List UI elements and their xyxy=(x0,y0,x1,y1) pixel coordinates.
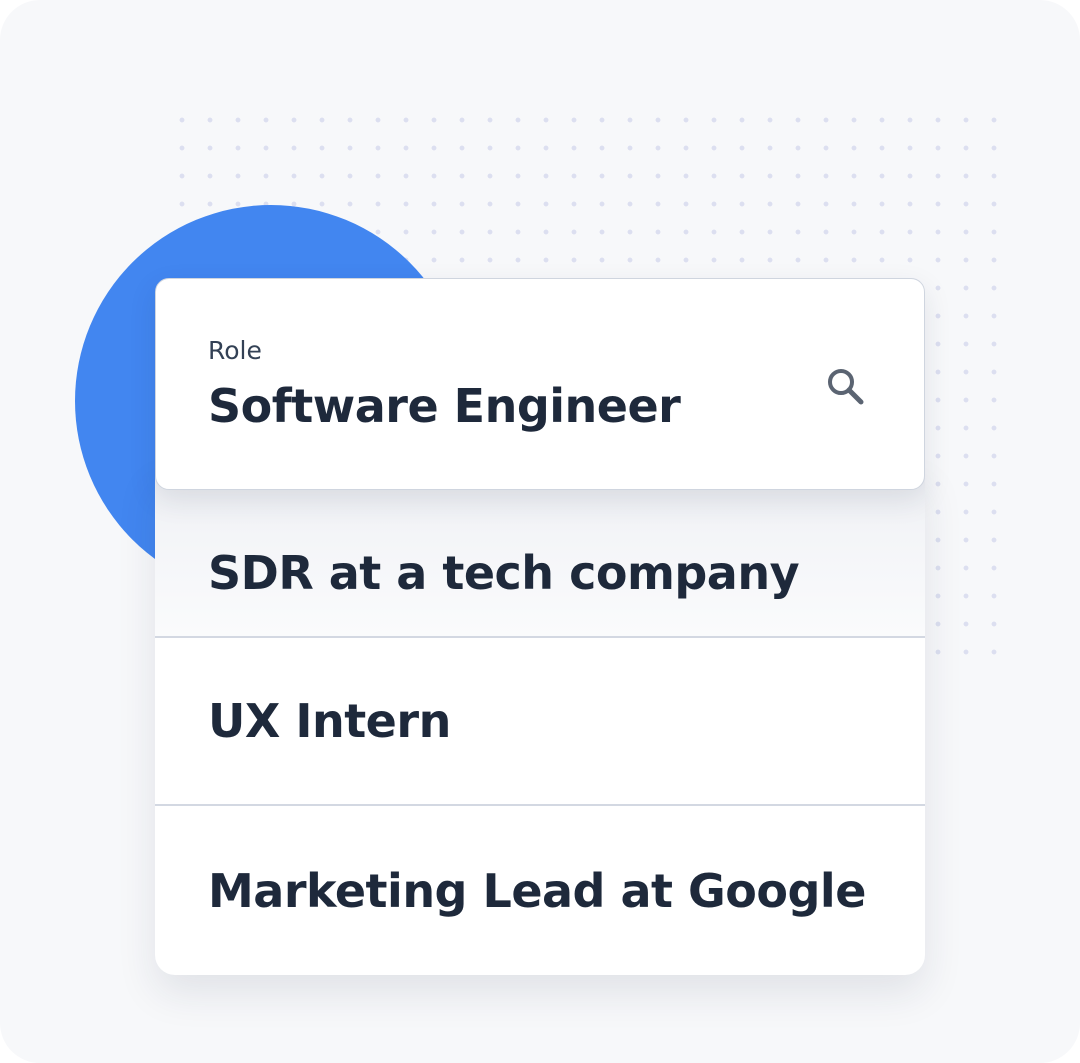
suggestion-label: UX Intern xyxy=(208,694,451,748)
suggestion-item[interactable]: SDR at a tech company xyxy=(155,470,925,638)
role-field-label: Role xyxy=(208,336,262,365)
suggestion-label: Marketing Lead at Google xyxy=(208,863,866,918)
role-input[interactable]: Software Engineer xyxy=(208,379,681,433)
suggestion-item[interactable]: Marketing Lead at Google xyxy=(155,806,925,975)
suggestion-label: SDR at a tech company xyxy=(208,546,800,600)
suggestion-item[interactable]: UX Intern xyxy=(155,638,925,806)
search-icon[interactable] xyxy=(824,365,868,409)
background-card: SDR at a tech company UX Intern Marketin… xyxy=(0,0,1080,1063)
suggestions-dropdown: SDR at a tech company UX Intern Marketin… xyxy=(155,470,925,975)
role-search-field[interactable]: Role Software Engineer xyxy=(155,278,925,490)
